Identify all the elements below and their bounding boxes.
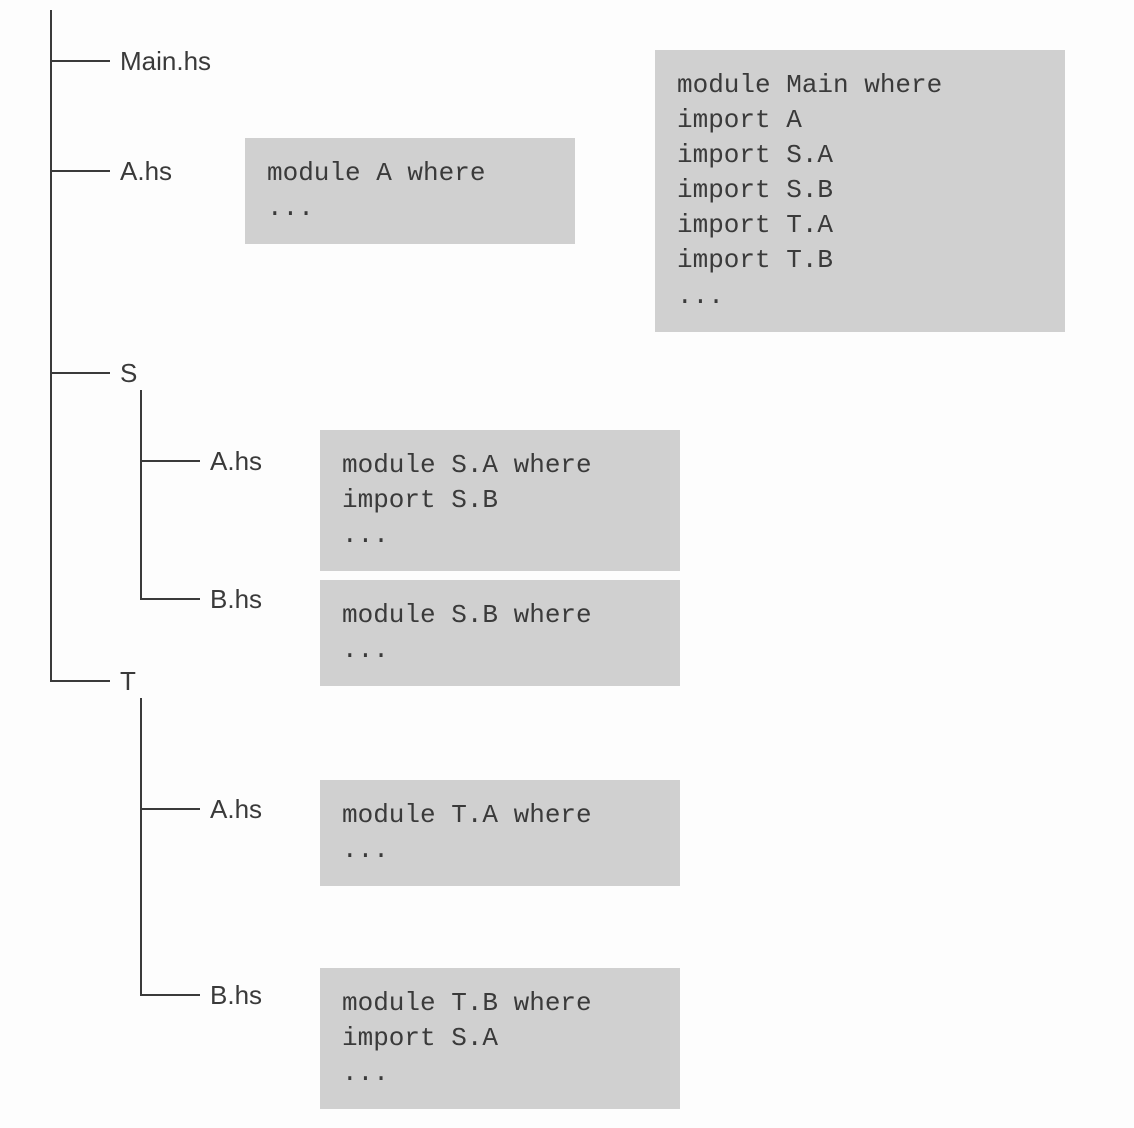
tree-branch-s-a <box>140 460 200 462</box>
code-box-a: module A where ... <box>245 138 575 244</box>
tree-trunk-t <box>140 698 142 996</box>
tree-node-a: A.hs <box>120 156 172 187</box>
code-box-t-b: module T.B where import S.A ... <box>320 968 680 1109</box>
tree-node-main: Main.hs <box>120 46 211 77</box>
tree-node-t-a: A.hs <box>210 794 262 825</box>
tree-branch-a <box>50 170 110 172</box>
tree-branch-t-b <box>140 994 200 996</box>
code-box-s-a: module S.A where import S.B ... <box>320 430 680 571</box>
code-box-main: module Main where import A import S.A im… <box>655 50 1065 332</box>
tree-node-s-b: B.hs <box>210 584 262 615</box>
tree-trunk-s <box>140 390 142 600</box>
tree-branch-s <box>50 372 110 374</box>
tree-node-t-b: B.hs <box>210 980 262 1011</box>
tree-trunk-root <box>50 10 52 680</box>
tree-branch-t <box>50 680 110 682</box>
tree-branch-main <box>50 60 110 62</box>
tree-node-t: T <box>120 666 136 697</box>
code-box-s-b: module S.B where ... <box>320 580 680 686</box>
tree-node-s-a: A.hs <box>210 446 262 477</box>
tree-branch-t-a <box>140 808 200 810</box>
code-box-t-a: module T.A where ... <box>320 780 680 886</box>
tree-node-s: S <box>120 358 137 389</box>
tree-branch-s-b <box>140 598 200 600</box>
